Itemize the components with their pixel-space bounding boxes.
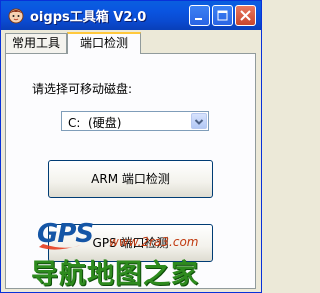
drive-select[interactable]: C: (硬盘) (61, 111, 209, 131)
select-disk-label: 请选择可移动磁盘: (32, 82, 133, 96)
tab-port-detect[interactable]: 端口检测 (67, 32, 141, 54)
watermark-brand: 导航地图之家 (31, 259, 199, 290)
watermark-url: www.2ra3.com (109, 235, 199, 249)
watermark-gps: GPS (37, 219, 94, 249)
maximize-icon (217, 10, 228, 21)
maximize-button[interactable] (212, 5, 233, 26)
title-bar[interactable]: oigps工具箱 V2.0 (1, 1, 261, 30)
window-title: oigps工具箱 V2.0 (30, 10, 147, 25)
chevron-down-icon (194, 119, 204, 125)
drive-select-value: C: (硬盘) (68, 116, 122, 130)
dropdown-button[interactable] (191, 113, 207, 129)
close-button[interactable] (235, 5, 256, 26)
minimize-icon (195, 18, 202, 20)
close-icon (240, 10, 251, 21)
arm-port-detect-button[interactable]: ARM 端口检测 (48, 160, 213, 198)
minimize-button[interactable] (189, 5, 210, 26)
app-window: oigps工具箱 V2.0 常用工具 端口检测 请选择可移动磁盘: C: (硬盘… (0, 0, 262, 293)
tab-common-tools[interactable]: 常用工具 (5, 33, 67, 53)
app-icon (8, 8, 24, 24)
